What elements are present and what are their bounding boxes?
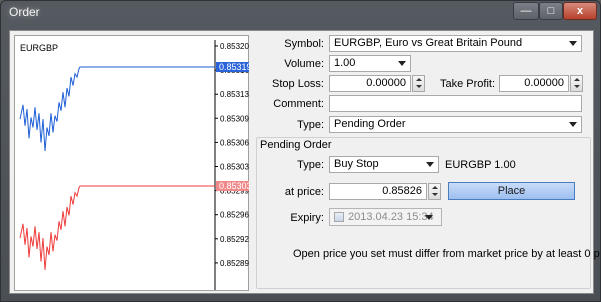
comment-label: Comment: (273, 98, 324, 110)
price-axis-label: 0.85292 (220, 235, 249, 244)
expiry-label: Expiry: (290, 212, 324, 224)
stoploss-spinner[interactable] (412, 75, 425, 92)
chevron-down-icon (426, 162, 434, 167)
title-bar[interactable]: Order — □ x (1, 1, 600, 23)
chevron-down-icon (569, 122, 577, 127)
close-button[interactable]: x (563, 2, 597, 20)
spin-down-icon (432, 193, 438, 196)
volume-value: 1.00 (334, 57, 356, 69)
spin-up-icon (574, 78, 580, 81)
spin-down-icon (574, 85, 580, 88)
takeprofit-spinner[interactable] (570, 75, 583, 92)
expiry-picker[interactable]: 2013.04.23 15:34 (329, 208, 442, 226)
price-axis-label: 0.85306 (220, 138, 249, 147)
minimize-button[interactable]: — (513, 2, 539, 20)
chevron-down-icon (569, 41, 577, 46)
volume-select[interactable]: 1.00 (329, 55, 411, 72)
stoploss-input[interactable]: 0.00000 (329, 75, 411, 92)
chevron-down-icon (425, 215, 433, 220)
bid-price-line (19, 66, 215, 152)
chart-symbol-label: EURGBP (20, 43, 58, 53)
spin-up-icon (432, 186, 438, 189)
at-price-label: at price: (284, 186, 324, 198)
tick-chart: EURGBP 0.853200.853160.853130.853090.853… (14, 35, 250, 291)
volume-label: Volume: (284, 58, 324, 70)
comment-input[interactable] (329, 95, 582, 112)
ask-price-line (19, 185, 215, 271)
bid-price-tag: 0.85319 (219, 62, 250, 72)
pending-type-select[interactable]: Buy Stop (329, 156, 439, 173)
pending-type-label: Type: (297, 159, 324, 171)
window-title: Order (9, 5, 40, 19)
pending-type-value: Buy Stop (334, 158, 379, 170)
tick-chart-svg: EURGBP 0.853200.853160.853130.853090.853… (19, 40, 250, 290)
price-axis-labels: 0.853200.853160.853130.853090.853060.853… (215, 42, 249, 268)
spin-up-icon (416, 78, 422, 81)
symbol-value: EURGBP, Euro vs Great Britain Pound (334, 37, 523, 49)
stoploss-label: Stop Loss: (272, 78, 324, 90)
ask-price-tag: 0.85303 (219, 181, 250, 191)
pending-order-heading: Pending Order (260, 139, 332, 151)
order-window: Order — □ x EURGBP 0.853200.853160.85313… (0, 0, 601, 302)
chevron-down-icon (398, 61, 406, 66)
price-axis-label: 0.85309 (220, 114, 249, 123)
price-axis-label: 0.85289 (220, 259, 249, 268)
symbol-label: Symbol: (284, 38, 324, 50)
order-type-value: Pending Order (334, 118, 406, 130)
expiry-value: 2013.04.23 15:34 (348, 211, 434, 223)
expiry-checkbox[interactable] (334, 212, 344, 222)
takeprofit-input[interactable]: 0.00000 (499, 75, 569, 92)
price-axis-label: 0.85313 (220, 90, 249, 99)
at-price-input[interactable]: 0.85826 (329, 183, 427, 200)
price-axis-label: 0.85296 (220, 211, 249, 220)
pending-order-note: Open price you set must differ from mark… (293, 248, 601, 260)
price-axis-label: 0.85303 (220, 163, 249, 172)
pending-type-info: EURGBP 1.00 (445, 159, 516, 171)
maximize-button[interactable]: □ (539, 2, 563, 20)
spin-down-icon (416, 85, 422, 88)
price-axis-label: 0.85320 (220, 42, 249, 51)
place-button[interactable]: Place (448, 182, 575, 200)
type-label: Type: (297, 119, 324, 131)
at-price-spinner[interactable] (428, 183, 441, 200)
order-type-select[interactable]: Pending Order (329, 116, 582, 133)
symbol-select[interactable]: EURGBP, Euro vs Great Britain Pound (329, 35, 582, 52)
takeprofit-label: Take Profit: (440, 78, 496, 90)
dialog-client-area: EURGBP 0.853200.853160.853130.853090.853… (9, 30, 600, 294)
